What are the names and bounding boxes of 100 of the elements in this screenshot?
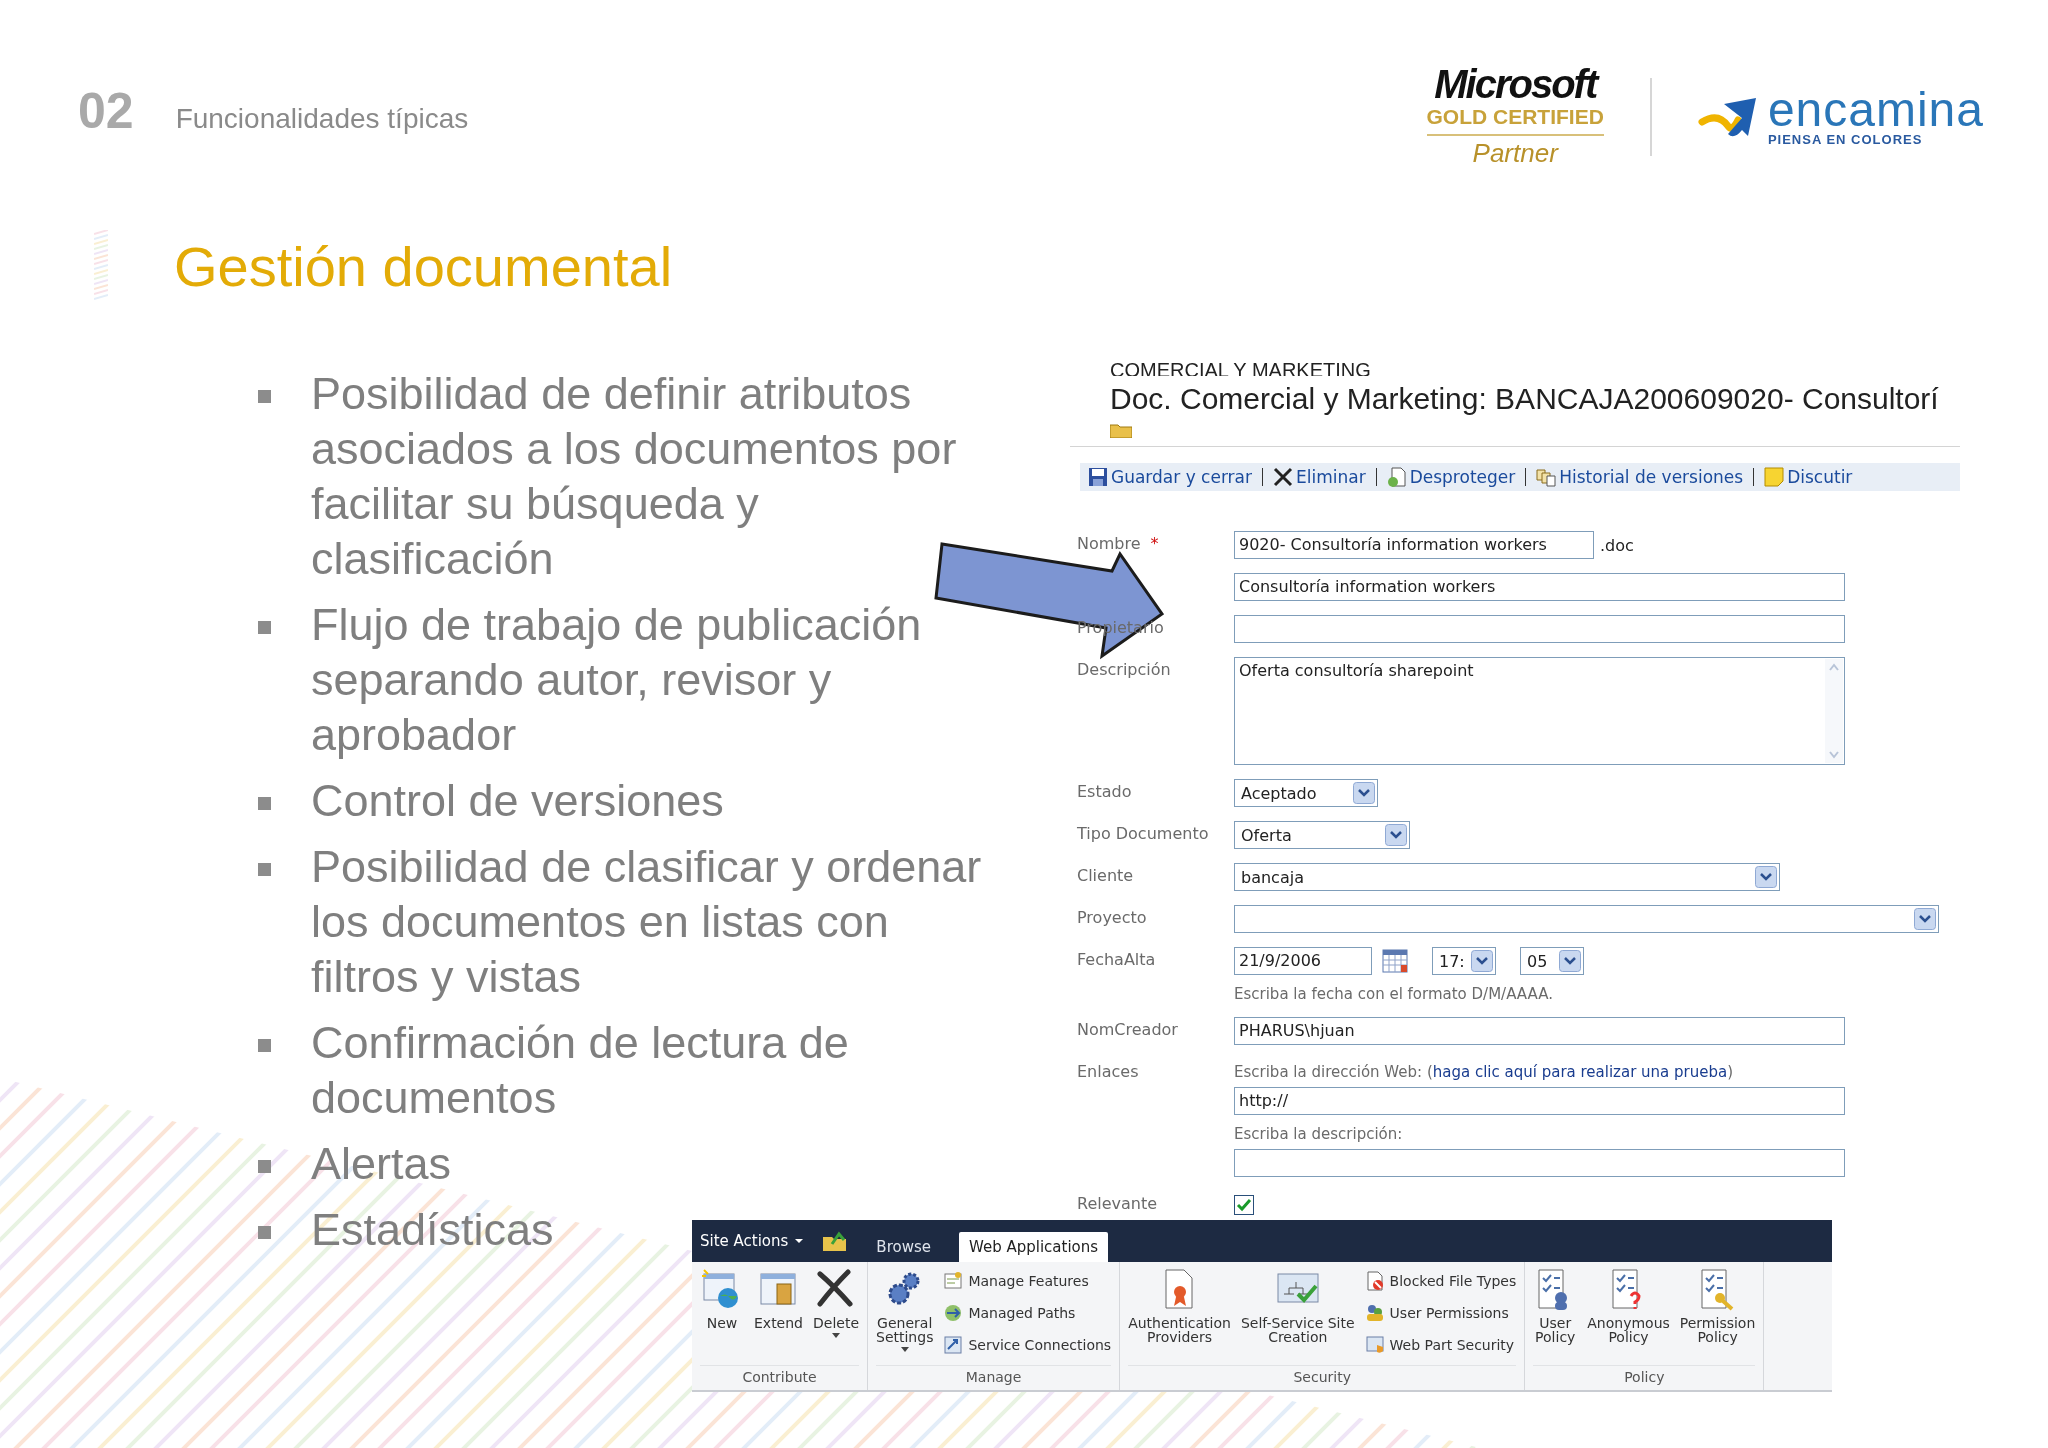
bullet-text: Alertas [311, 1137, 452, 1191]
ribbon-button[interactable]: New [700, 1268, 744, 1338]
caret-icon [794, 1238, 805, 1244]
bullet-icon [258, 1039, 271, 1052]
bullet-text: Control de versiones [311, 774, 724, 828]
logo-wordmark: Microsoft [1434, 64, 1597, 104]
chevron-down-icon [1755, 866, 1777, 888]
chevron-down-icon [1353, 782, 1375, 804]
group-label: Security [1128, 1365, 1517, 1390]
document-icon [943, 1271, 964, 1291]
ribbon-button[interactable]: Blocked File Types [1364, 1268, 1517, 1294]
ribbon-button[interactable]: Delete [813, 1268, 859, 1338]
toolbar-button[interactable]: Guardar y cerrar [1088, 467, 1252, 487]
folder-icon[interactable] [822, 1230, 849, 1252]
dropdown[interactable]: Oferta [1234, 821, 1410, 849]
note-icon [1764, 467, 1785, 487]
ribbon-tab[interactable]: Web Applications [959, 1232, 1109, 1262]
ribbon-button[interactable]: User Policy [1533, 1268, 1578, 1344]
field-label: Enlaces [1077, 1062, 1139, 1081]
stripe-icon [94, 230, 108, 302]
field-label: Nombre [1077, 534, 1141, 553]
field-label: Tipo Documento [1077, 824, 1209, 843]
ribbon-button[interactable]: Managed Paths [943, 1300, 1112, 1326]
dropdown[interactable]: Aceptado [1234, 779, 1378, 807]
group-label: Contribute [700, 1365, 859, 1390]
chevron-down-icon [1914, 908, 1936, 930]
input-field[interactable] [1234, 1149, 1845, 1177]
ribbon-tab[interactable]: Browse [866, 1232, 941, 1262]
ribbon-button[interactable]: Self-Service Site Creation [1240, 1268, 1355, 1358]
hint-text: Escriba la descripción: [1234, 1125, 1404, 1143]
documents-icon [1536, 467, 1557, 487]
ribbon-button[interactable]: User Permissions [1364, 1300, 1517, 1326]
text-area[interactable]: Oferta consultoría sharepoint [1234, 657, 1845, 765]
toolbar-button[interactable]: Eliminar [1273, 467, 1366, 487]
section-title: Funcionalidades típicas [175, 103, 469, 135]
page-title: Doc. Comercial y Marketing: BANCAJA200609020- Consultorí [1109, 382, 1940, 416]
toolbar-button[interactable]: Desproteger [1386, 467, 1516, 487]
checkbox[interactable] [1234, 1195, 1254, 1215]
logo-tagline: Partner [1472, 137, 1558, 170]
bullet-icon [258, 1226, 271, 1239]
hint-text: Escriba la dirección Web: (haga clic aquí para realizar una prueba) [1234, 1063, 1735, 1081]
logo-tagline: PIENSA EN COLORES [1767, 131, 1924, 147]
logo-tagline: GOLD CERTIFIED [1426, 104, 1604, 136]
dropdown[interactable]: bancaja [1234, 863, 1780, 891]
scrollbar[interactable] [1825, 659, 1843, 763]
input-field[interactable]: Consultoría information workers [1234, 573, 1845, 601]
chevron-down-icon [1471, 950, 1493, 972]
ribbon-button[interactable]: General Settings [876, 1268, 934, 1358]
slide-title: Gestión documental [174, 233, 673, 299]
bullet-icon [258, 621, 271, 634]
ribbon-button[interactable]: Web Part Security [1364, 1332, 1517, 1358]
ribbon-button[interactable]: Manage Features [943, 1268, 1112, 1294]
toolbar-button[interactable]: Discutir [1764, 467, 1853, 487]
field-label: Proyecto [1077, 908, 1147, 927]
dropdown[interactable] [1234, 905, 1939, 933]
link-icon [943, 1335, 964, 1355]
toolbar-button[interactable]: Historial de versiones [1536, 467, 1744, 487]
ribbon-button[interactable]: Extend [754, 1268, 803, 1338]
field-label: NomCreador [1077, 1020, 1178, 1039]
input-field[interactable]: http:// [1234, 1087, 1845, 1115]
document-icon [1386, 467, 1407, 487]
field-label: FechaAlta [1077, 950, 1156, 969]
bullet-text: Flujo de trabajo de publicación separando autor, revisor y aprobador [311, 598, 923, 762]
calendar-icon[interactable] [1382, 949, 1408, 973]
required-marker: * [1150, 534, 1159, 553]
bullet-text: Posibilidad de clasificar y ordenar los documentos en listas con filtros y vistas [311, 840, 983, 1004]
input-field[interactable]: PHARUS\hjuan [1234, 1017, 1845, 1045]
date-field[interactable]: 21/9/2006 [1234, 947, 1372, 975]
ribbon-button[interactable]: Authentication Providers [1128, 1268, 1231, 1358]
site-actions-menu[interactable]: Site Actions [700, 1232, 805, 1250]
link[interactable]: haga clic aquí para realizar una prueba [1432, 1063, 1728, 1081]
chevron-down-icon [1559, 950, 1581, 972]
group-label: Policy [1533, 1365, 1756, 1390]
dropdown[interactable]: 05 [1520, 947, 1584, 975]
input-field[interactable]: 9020- Consultoría information workers [1234, 531, 1594, 559]
field-label: Descripción [1077, 660, 1171, 679]
logo-wordmark: encamina [1767, 87, 1984, 132]
ribbon-button[interactable]: Service Connections [943, 1332, 1112, 1358]
bullet-text: Confirmación de lectura de documentos [311, 1016, 850, 1125]
field-label: Relevante [1077, 1194, 1158, 1213]
ribbon-button[interactable]: Permission Policy [1679, 1268, 1756, 1344]
folder-icon [1110, 422, 1132, 438]
bullet-icon [258, 390, 271, 403]
input-field[interactable] [1234, 615, 1845, 643]
file-extension: .doc [1600, 535, 1634, 555]
bullet-text: Posibilidad de definir atributos asociados a los documentos por facilitar su búsqueda y clasificación [311, 367, 958, 586]
x-icon [1273, 467, 1293, 487]
group-label: Manage [876, 1365, 1112, 1390]
ribbon-button[interactable]: Anonymous Policy [1587, 1268, 1670, 1344]
field-label: Cliente [1077, 866, 1134, 885]
bullet-icon [258, 797, 271, 810]
field-label: Propietario [1077, 618, 1164, 637]
users-icon [1364, 1303, 1385, 1323]
field-label: Estado [1077, 782, 1132, 801]
bullet-text: Estadísticas [311, 1203, 554, 1257]
blocked-document-icon [1364, 1271, 1385, 1291]
hint-text: Escriba la fecha con el formato D/M/AAAA. [1234, 985, 1554, 1003]
bullet-icon [258, 1160, 271, 1173]
chevron-down-icon [1385, 824, 1407, 846]
dropdown[interactable]: 17: [1432, 947, 1496, 975]
